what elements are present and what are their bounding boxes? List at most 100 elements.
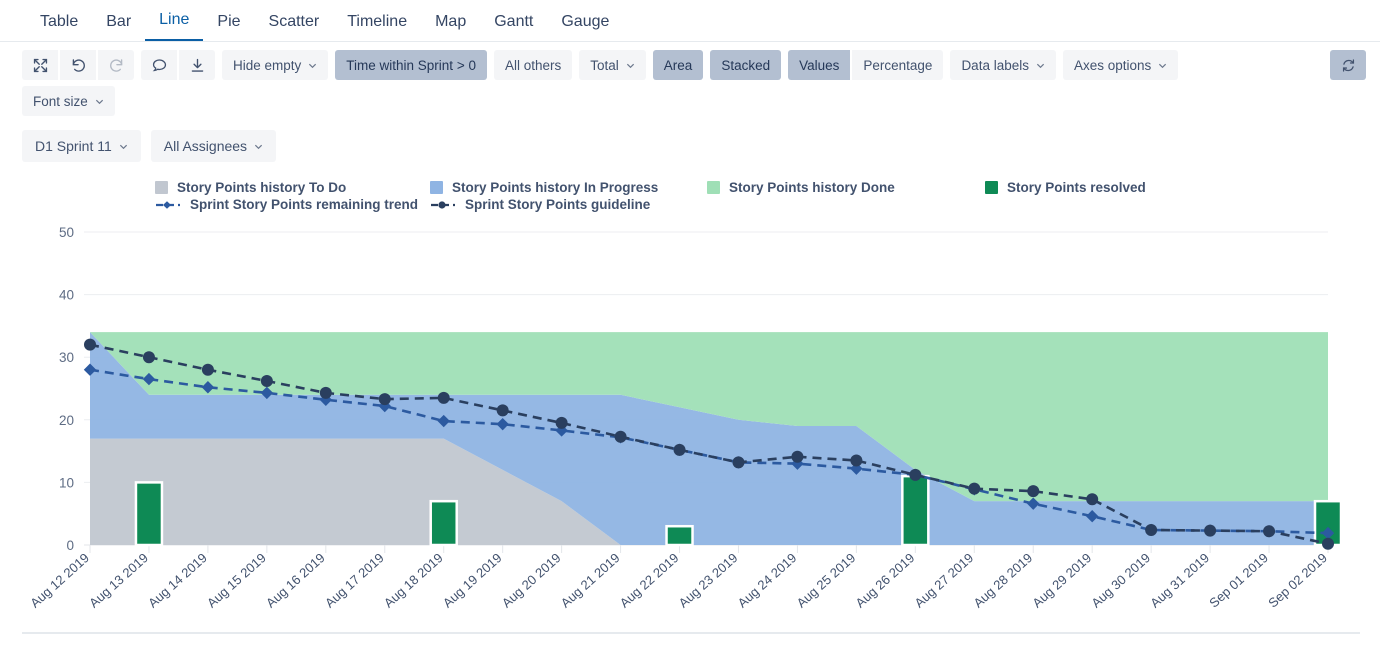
percentage-toggle[interactable]: Percentage xyxy=(852,50,944,80)
tab-label: Gantt xyxy=(494,13,534,30)
line-marker[interactable] xyxy=(1322,537,1334,550)
legend-item[interactable]: Story Points resolved xyxy=(985,180,1146,195)
time-within-sprint-filter[interactable]: Time within Sprint > 0 xyxy=(335,50,487,80)
tab-pie[interactable]: Pie xyxy=(203,14,254,41)
line-marker[interactable] xyxy=(201,363,214,376)
legend-color-swatch xyxy=(155,181,168,194)
tab-table[interactable]: Table xyxy=(26,14,92,41)
undo-button[interactable] xyxy=(60,50,96,80)
tab-label: Timeline xyxy=(347,13,408,30)
refresh-button[interactable] xyxy=(1330,50,1366,80)
line-area-chart[interactable]: 0 10 20 30 40 50 Aug 12 2019Aug 13 2019Aug 14 … xyxy=(0,220,1380,620)
line-marker[interactable] xyxy=(555,416,568,429)
values-toggle[interactable]: Values xyxy=(788,50,851,80)
x-axis-tick-label: Aug 29 2019 xyxy=(1029,550,1094,610)
line-marker[interactable] xyxy=(260,374,273,387)
tab-label: Bar xyxy=(106,13,132,30)
line-marker[interactable] xyxy=(1263,525,1276,538)
line-marker[interactable] xyxy=(437,391,450,404)
bar-resolved[interactable] xyxy=(134,481,164,547)
legend-item[interactable]: Story Points history To Do xyxy=(155,180,346,195)
chevron-down-icon xyxy=(95,99,103,104)
line-marker[interactable] xyxy=(1145,523,1158,536)
line-marker[interactable] xyxy=(791,450,804,463)
tab-label: Scatter xyxy=(268,13,320,30)
axes-options-dropdown[interactable]: Axes options xyxy=(1062,50,1179,80)
chart-legend: Story Points history To Do Story Points h… xyxy=(0,180,1380,220)
percentage-label: Percentage xyxy=(863,57,933,73)
x-axis-tick-label: Aug 28 2019 xyxy=(970,550,1035,610)
x-axis-tick-label: Aug 27 2019 xyxy=(911,550,976,610)
chevron-down-icon xyxy=(254,144,263,149)
legend-item[interactable]: Story Points history In Progress xyxy=(430,180,658,195)
line-marker[interactable] xyxy=(496,404,509,417)
stacked-toggle[interactable]: Stacked xyxy=(710,50,782,80)
line-marker[interactable] xyxy=(614,430,627,443)
legend-color-swatch xyxy=(985,181,998,194)
chevron-down-icon xyxy=(626,63,634,68)
bottom-divider xyxy=(22,632,1360,634)
line-marker[interactable] xyxy=(673,443,686,456)
bar-resolved[interactable] xyxy=(901,474,930,547)
line-marker[interactable] xyxy=(378,393,391,406)
line-marker[interactable] xyxy=(968,482,981,495)
line-marker[interactable] xyxy=(142,351,155,364)
x-axis-tick-label: Aug 18 2019 xyxy=(381,550,446,610)
chevron-down-icon xyxy=(1036,63,1045,68)
area-label: Area xyxy=(663,57,693,73)
tab-scatter[interactable]: Scatter xyxy=(255,14,334,41)
legend-color-swatch xyxy=(707,181,720,194)
line-marker[interactable] xyxy=(319,386,332,399)
expand-arrows-icon-button[interactable] xyxy=(22,50,58,80)
legend-label: Story Points history Done xyxy=(729,180,895,195)
tab-bar[interactable]: Bar xyxy=(92,14,145,41)
data-labels-label: Data labels xyxy=(961,57,1029,73)
line-marker[interactable] xyxy=(850,454,863,467)
legend-item[interactable]: Sprint Story Points guideline xyxy=(430,197,650,212)
redo-button[interactable] xyxy=(98,50,134,80)
x-axis-tick-label: Aug 25 2019 xyxy=(794,550,859,610)
total-dropdown[interactable]: Total xyxy=(579,50,646,80)
tab-timeline[interactable]: Timeline xyxy=(333,14,421,41)
assignee-filter-dropdown[interactable]: All Assignees xyxy=(150,130,277,162)
tab-label: Pie xyxy=(217,13,241,30)
values-percentage-group: Values Percentage xyxy=(788,50,944,80)
line-marker[interactable] xyxy=(732,456,745,469)
area-toggle[interactable]: Area xyxy=(652,50,704,80)
chevron-down-icon xyxy=(1159,63,1167,68)
line-marker[interactable] xyxy=(909,468,922,481)
x-axis-tick-label: Aug 17 2019 xyxy=(322,550,387,610)
chevron-down-icon xyxy=(119,144,127,149)
bar-resolved[interactable] xyxy=(429,499,458,547)
x-axis-tick-label: Aug 24 2019 xyxy=(735,550,800,610)
line-marker[interactable] xyxy=(1204,524,1217,537)
legend-label: Story Points history To Do xyxy=(177,180,347,195)
sprint-filter-label: D1 Sprint 11 xyxy=(35,138,112,154)
sprint-filter-dropdown[interactable]: D1 Sprint 11 xyxy=(22,130,141,162)
filter-bar: D1 Sprint 11 All Assignees xyxy=(0,116,1380,162)
tab-gantt[interactable]: Gantt xyxy=(480,14,547,41)
line-marker[interactable] xyxy=(84,338,96,351)
comment-button[interactable] xyxy=(141,50,177,80)
y-axis-tick-label: 0 xyxy=(66,538,74,553)
line-marker[interactable] xyxy=(1027,485,1040,498)
all-others-button[interactable]: All others xyxy=(493,50,573,80)
data-labels-dropdown[interactable]: Data labels xyxy=(950,50,1056,80)
tab-gauge[interactable]: Gauge xyxy=(547,14,623,41)
assignee-filter-label: All Assignees xyxy=(163,138,248,154)
history-icon-group xyxy=(22,50,134,80)
chart-report-page: Table Bar Line Pie Scatter Timeline Map Gantt Ga… xyxy=(0,0,1380,646)
x-axis-tick-label: Aug 21 2019 xyxy=(558,550,623,610)
line-marker[interactable] xyxy=(1086,493,1099,506)
bar-resolved[interactable] xyxy=(665,524,694,547)
legend-label: Story Points resolved xyxy=(1007,180,1146,195)
hide-empty-dropdown[interactable]: Hide empty xyxy=(222,50,329,80)
font-size-dropdown[interactable]: Font size xyxy=(22,86,115,116)
download-icon xyxy=(189,57,206,74)
legend-item[interactable]: Sprint Story Points remaining trend xyxy=(155,197,418,212)
y-axis-tick-label: 10 xyxy=(59,475,74,490)
legend-item[interactable]: Story Points history Done xyxy=(707,180,895,195)
download-button[interactable] xyxy=(179,50,215,80)
tab-map[interactable]: Map xyxy=(421,14,480,41)
tab-line[interactable]: Line xyxy=(145,12,204,41)
